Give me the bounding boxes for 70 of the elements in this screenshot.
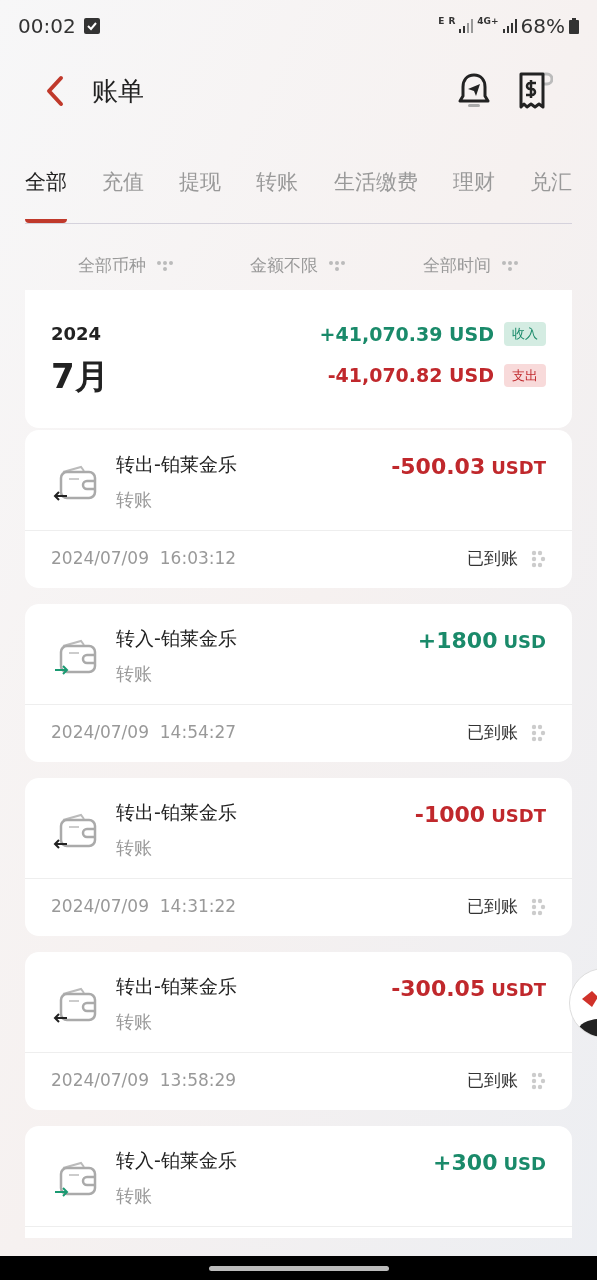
network-label: 4G+ [477, 15, 499, 28]
transaction-category: 转账 [116, 836, 153, 860]
transaction-title: 转出-铂莱金乐 [116, 973, 237, 999]
more-dots-icon[interactable] [530, 1072, 546, 1090]
transaction-card[interactable]: 转出-铂莱金乐 转账 -300.05 USDT 2024/07/09 13:58:29 已到账 [25, 951, 572, 1110]
status-time: 00:02 [18, 13, 76, 40]
transaction-category: 转账 [116, 662, 153, 686]
network-label: E [438, 15, 445, 28]
receipt-icon[interactable] [517, 71, 553, 111]
transaction-category: 转账 [116, 488, 153, 512]
battery-icon [569, 18, 579, 34]
more-dots-icon[interactable] [530, 550, 546, 568]
tab[interactable]: 全部 [25, 165, 67, 223]
dropdown-dots-icon [156, 259, 175, 272]
transaction-datetime: 2024/07/09 14:31:22 [51, 895, 237, 919]
currency-label: USDT [491, 455, 546, 480]
status-label: 已到账 [467, 547, 518, 571]
transaction-amount: +1800 [417, 626, 498, 655]
transaction-datetime: 2024/07/09 16:03:12 [51, 547, 237, 571]
tab[interactable]: 兑汇 [529, 165, 572, 223]
status-label: 已到账 [467, 895, 518, 919]
transaction-category: 转账 [116, 1010, 153, 1034]
transaction-card[interactable]: 转出-铂莱金乐 转账 -500.03 USDT 2024/07/09 16:03:12 已到账 [25, 429, 572, 588]
tab[interactable]: 提现 [179, 165, 222, 223]
transaction-category: 转账 [116, 1184, 153, 1208]
transaction-datetime: 2024/07/09 14:54:27 [51, 721, 237, 745]
expense-tag: 支出 [504, 363, 546, 387]
transaction-datetime: 2024/07/09 13:58:29 [51, 1069, 237, 1093]
currency-label: USD [503, 1151, 546, 1176]
status-label: 已到账 [467, 721, 518, 745]
checkbox-notification-icon [83, 18, 100, 34]
tab[interactable]: 充值 [102, 165, 145, 223]
year-label: 2024 [51, 321, 103, 346]
currency-label: USDT [491, 803, 546, 828]
bell-icon[interactable] [457, 72, 491, 110]
tab[interactable]: 转账 [256, 165, 299, 223]
more-dots-icon[interactable] [530, 898, 546, 916]
signal-icon [459, 19, 474, 33]
status-label: 已到账 [467, 1069, 518, 1093]
battery-percent: 68% [520, 13, 565, 40]
network-label: R [448, 15, 456, 28]
transaction-amount: -500.03 [391, 452, 486, 481]
transaction-amount: +300 [433, 1148, 498, 1177]
transaction-title: 转入-铂莱金乐 [116, 1147, 237, 1173]
back-icon[interactable] [44, 75, 66, 107]
transaction-card[interactable]: 转出-铂莱金乐 转账 -1000 USDT 2024/07/09 14:31:22 已到账 [25, 777, 572, 936]
filter-dropdown[interactable]: 金额不限 [250, 245, 347, 286]
dropdown-dots-icon [328, 259, 347, 272]
currency-label: USD [503, 629, 546, 654]
tab[interactable]: 生活缴费 [333, 165, 418, 223]
page-title: 账单 [92, 74, 144, 108]
currency-label: USDT [491, 977, 546, 1002]
income-total: +41,070.39 USD [319, 321, 494, 347]
month-label: 7月 [51, 354, 109, 398]
income-tag: 收入 [504, 322, 546, 346]
more-dots-icon[interactable] [530, 724, 546, 742]
dropdown-dots-icon [500, 259, 519, 272]
filter-dropdown[interactable]: 全部时间 [422, 245, 519, 286]
transaction-title: 转出-铂莱金乐 [116, 799, 237, 825]
home-indicator[interactable] [208, 1265, 389, 1271]
expense-total: -41,070.82 USD [327, 363, 494, 388]
transaction-title: 转出-铂莱金乐 [116, 451, 237, 477]
transaction-title: 转入-铂莱金乐 [116, 625, 237, 651]
transaction-card[interactable]: 转入-铂莱金乐 转账 +300 USD [25, 1125, 572, 1238]
tab[interactable]: 理财 [452, 165, 495, 223]
transaction-card[interactable]: 转入-铂莱金乐 转账 +1800 USD 2024/07/09 14:54:27 已到账 [25, 603, 572, 762]
signal-icon [502, 19, 517, 33]
transaction-amount: -1000 [414, 800, 486, 829]
filter-dropdown[interactable]: 全部币种 [78, 245, 175, 286]
transaction-amount: -300.05 [391, 974, 486, 1003]
